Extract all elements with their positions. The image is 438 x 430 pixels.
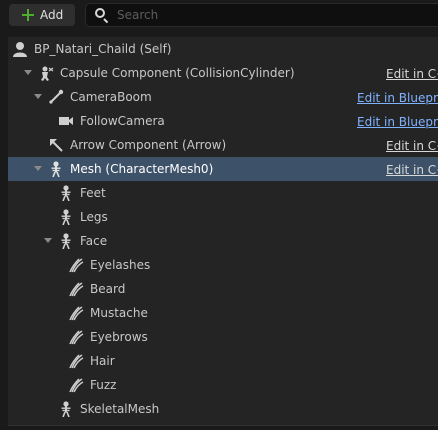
tree-row-legs[interactable]: Legs xyxy=(8,205,438,229)
tree-row-face[interactable]: Face xyxy=(8,229,438,253)
tree-row-label: FollowCamera xyxy=(80,114,165,128)
tree-row-beard[interactable]: Beard xyxy=(8,277,438,301)
skeletal-mesh-icon xyxy=(61,209,71,225)
tree-row-label: Legs xyxy=(80,210,108,224)
tree-row-eyebrows[interactable]: Eyebrows xyxy=(8,325,438,349)
tree-row-label: Eyebrows xyxy=(90,330,148,344)
actor-icon xyxy=(13,42,27,57)
capsule-icon xyxy=(41,66,54,81)
expand-arrow-icon[interactable] xyxy=(34,166,42,171)
groom-icon xyxy=(69,354,84,369)
tree-row-camera-boom[interactable]: CameraBoom Edit in Blueprint xyxy=(8,85,438,109)
edit-in-cpp-link[interactable]: Edit in C++ xyxy=(386,139,438,153)
skeletal-mesh-icon xyxy=(51,161,61,177)
skeletal-mesh-icon xyxy=(61,401,71,417)
groom-icon xyxy=(69,258,84,273)
tree-row-self[interactable]: BP_Natari_Chaild (Self) xyxy=(8,37,438,61)
toolbar: Add xyxy=(0,0,438,32)
tree-row-label: Feet xyxy=(80,186,106,200)
tree-row-label: SkeletalMesh xyxy=(80,402,160,416)
tree-row-label: CameraBoom xyxy=(70,90,152,104)
skeletal-mesh-icon xyxy=(61,185,71,201)
search-input[interactable] xyxy=(117,8,417,22)
tree-row-label: Beard xyxy=(90,282,126,296)
divider xyxy=(8,425,438,426)
expand-arrow-icon[interactable] xyxy=(44,238,52,243)
expand-arrow-icon[interactable] xyxy=(34,94,42,99)
expand-arrow-icon[interactable] xyxy=(24,70,32,75)
search-box[interactable] xyxy=(85,3,438,27)
groom-icon xyxy=(69,330,84,345)
camera-icon xyxy=(59,117,73,125)
edit-in-blueprint-link[interactable]: Edit in Blueprint xyxy=(357,91,438,105)
edit-in-blueprint-link[interactable]: Edit in Blueprint xyxy=(357,115,438,129)
tree-row-label: Arrow Component (Arrow) xyxy=(70,138,227,152)
tree-row-label: Mesh (CharacterMesh0) xyxy=(70,162,214,176)
tree-row-fuzz[interactable]: Fuzz xyxy=(8,373,438,397)
add-component-button[interactable]: Add xyxy=(9,4,75,26)
tree-row-follow-camera[interactable]: FollowCamera Edit in Blueprint xyxy=(8,109,438,133)
search-icon xyxy=(94,7,110,24)
tree-row-label: Eyelashes xyxy=(90,258,151,272)
add-button-label: Add xyxy=(40,8,64,22)
tree-row-label: Face xyxy=(80,234,108,248)
edit-in-cpp-link[interactable]: Edit in C++ xyxy=(386,67,438,81)
tree-row-feet[interactable]: Feet xyxy=(8,181,438,205)
tree-row-eyelashes[interactable]: Eyelashes xyxy=(8,253,438,277)
tree-row-label: Capsule Component (CollisionCylinder) xyxy=(60,66,295,80)
tree-row-skeletal-mesh[interactable]: SkeletalMesh xyxy=(8,397,438,421)
skeletal-mesh-icon xyxy=(61,233,71,249)
tree-row-mesh[interactable]: Mesh (CharacterMesh0) Edit in C++ xyxy=(8,157,438,181)
groom-icon xyxy=(69,306,84,321)
tree-row-label: BP_Natari_Chaild (Self) xyxy=(34,42,172,56)
tree-row-label: Mustache xyxy=(90,306,148,320)
tree-row-label: Fuzz xyxy=(90,378,117,392)
groom-icon xyxy=(69,378,84,393)
groom-icon xyxy=(69,282,84,297)
component-tree: BP_Natari_Chaild (Self) Capsule Componen… xyxy=(8,37,438,425)
tree-row-hair[interactable]: Hair xyxy=(8,349,438,373)
tree-row-capsule-component[interactable]: Capsule Component (CollisionCylinder) Ed… xyxy=(8,61,438,85)
spring-arm-icon xyxy=(49,89,64,104)
plus-icon xyxy=(22,9,34,21)
tree-row-label: Hair xyxy=(90,354,115,368)
tree-row-mustache[interactable]: Mustache xyxy=(8,301,438,325)
edit-in-cpp-link[interactable]: Edit in C++ xyxy=(386,163,438,177)
tree-row-arrow-component[interactable]: Arrow Component (Arrow) Edit in C++ xyxy=(8,133,438,157)
arrow-icon xyxy=(50,139,63,152)
